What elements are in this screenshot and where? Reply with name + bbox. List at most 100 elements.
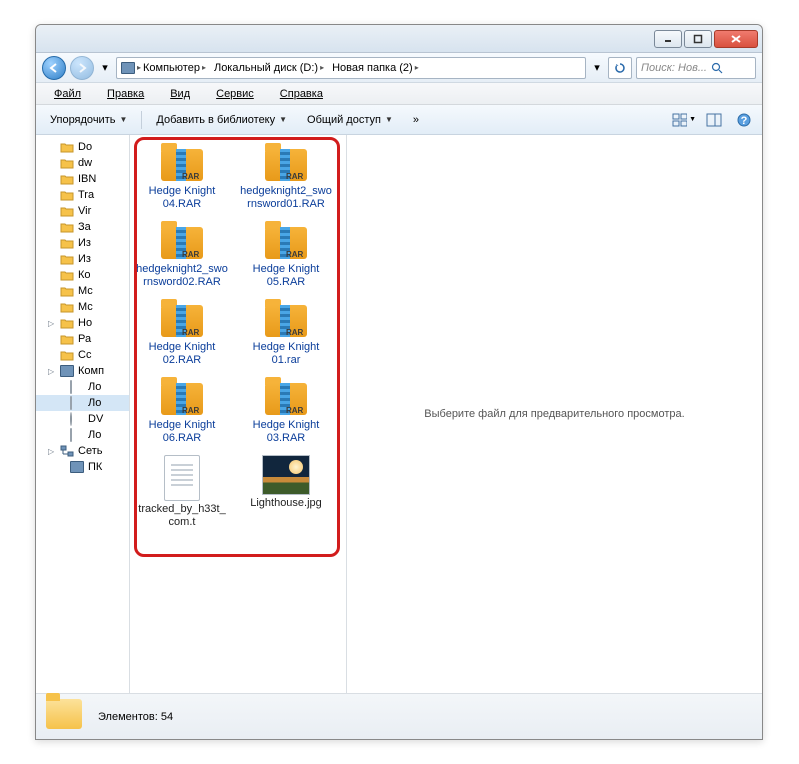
- organize-button[interactable]: Упорядочить▼: [42, 111, 135, 129]
- menu-tools[interactable]: Сервис: [204, 86, 266, 102]
- sidebar-item[interactable]: Vir: [36, 203, 129, 219]
- file-item[interactable]: tracked_by_h33t_com.t: [134, 453, 230, 531]
- file-label: Hedge Knight 02.RAR: [136, 341, 228, 367]
- preview-pane: Выберите файл для предварительного просм…: [346, 135, 762, 693]
- file-item[interactable]: RARHedge Knight 06.RAR: [134, 375, 230, 447]
- navigation-row: ▾ ▸ Компьютер ▸ Локальный диск (D:) ▸ Но…: [36, 53, 762, 83]
- sidebar-item[interactable]: dw: [36, 155, 129, 171]
- share-button[interactable]: Общий доступ▼: [299, 111, 401, 129]
- sidebar-item[interactable]: DV: [36, 411, 129, 427]
- sidebar-item-label: Мс: [78, 285, 93, 297]
- file-item[interactable]: Lighthouse.jpg: [238, 453, 334, 531]
- rar-icon: RAR: [262, 143, 310, 183]
- sidebar-item-label: Ло: [88, 381, 101, 393]
- folder-icon: [60, 285, 74, 297]
- folder-icon: [60, 237, 74, 249]
- menu-file[interactable]: Файл: [42, 86, 93, 102]
- back-button[interactable]: [42, 56, 66, 80]
- folder-icon: [60, 349, 74, 361]
- view-options-button[interactable]: ▼: [672, 111, 696, 129]
- main-area: DodwIBNTraVirЗаИзИзКоМсМс▷НоРаСс▷КомпЛоЛ…: [36, 135, 762, 693]
- preview-message: Выберите файл для предварительного просм…: [424, 408, 684, 420]
- command-bar: Упорядочить▼ Добавить в библиотеку▼ Общи…: [36, 105, 762, 135]
- sidebar-item[interactable]: ▷Сеть: [36, 443, 129, 459]
- history-dropdown[interactable]: ▾: [98, 58, 112, 78]
- sidebar-item[interactable]: За: [36, 219, 129, 235]
- sidebar-item-label: Ра: [78, 333, 91, 345]
- sidebar-item-label: Ко: [78, 269, 91, 281]
- file-item[interactable]: RARHedge Knight 05.RAR: [238, 219, 334, 291]
- more-commands[interactable]: »: [405, 111, 427, 129]
- sidebar-item-label: Ло: [88, 397, 101, 409]
- sidebar-item-label: Из: [78, 237, 91, 249]
- sidebar-item[interactable]: Ра: [36, 331, 129, 347]
- sidebar-item[interactable]: ▷Комп: [36, 363, 129, 379]
- search-placeholder: Поиск: Нов...: [641, 62, 707, 74]
- sidebar-item[interactable]: IBN: [36, 171, 129, 187]
- expand-icon[interactable]: ▷: [48, 447, 56, 456]
- file-item[interactable]: RARHedge Knight 02.RAR: [134, 297, 230, 369]
- file-label: Lighthouse.jpg: [250, 497, 322, 510]
- address-bar[interactable]: ▸ Компьютер ▸ Локальный диск (D:) ▸ Нова…: [116, 57, 586, 79]
- status-bar: Элементов: 54: [36, 693, 762, 739]
- rar-icon: RAR: [262, 377, 310, 417]
- sidebar-item[interactable]: Ло: [36, 395, 129, 411]
- maximize-button[interactable]: [684, 30, 712, 48]
- sidebar-item-label: Vir: [78, 205, 91, 217]
- breadcrumb-computer[interactable]: ▸ Компьютер ▸: [117, 58, 210, 78]
- close-button[interactable]: [714, 30, 758, 48]
- sidebar-item-label: Ло: [88, 429, 101, 441]
- refresh-button[interactable]: [608, 57, 632, 79]
- file-label: Hedge Knight 03.RAR: [240, 419, 332, 445]
- sidebar-item[interactable]: Do: [36, 139, 129, 155]
- sidebar-item[interactable]: Из: [36, 235, 129, 251]
- sidebar-item[interactable]: Ло: [36, 379, 129, 395]
- folder-icon: [60, 269, 74, 281]
- file-item[interactable]: RARHedge Knight 01.rar: [238, 297, 334, 369]
- search-input[interactable]: Поиск: Нов...: [636, 57, 756, 79]
- menu-edit[interactable]: Правка: [95, 86, 156, 102]
- sidebar-item[interactable]: Ло: [36, 427, 129, 443]
- expand-icon[interactable]: ▷: [48, 319, 56, 328]
- address-dropdown[interactable]: ▾: [590, 58, 604, 78]
- titlebar: [36, 25, 762, 53]
- sidebar-item-label: Сс: [78, 349, 91, 361]
- sidebar-item[interactable]: ПК: [36, 459, 129, 475]
- sidebar-item-label: Do: [78, 141, 92, 153]
- file-item[interactable]: RARHedge Knight 03.RAR: [238, 375, 334, 447]
- sidebar-item[interactable]: Из: [36, 251, 129, 267]
- help-button[interactable]: ?: [732, 111, 756, 129]
- expand-icon[interactable]: ▷: [48, 367, 56, 376]
- preview-pane-button[interactable]: [702, 111, 726, 129]
- sidebar-item[interactable]: Сс: [36, 347, 129, 363]
- sidebar-item[interactable]: Ко: [36, 267, 129, 283]
- breadcrumb-disk[interactable]: Локальный диск (D:) ▸: [210, 58, 328, 78]
- computer-icon: [70, 461, 84, 473]
- navigation-pane[interactable]: DodwIBNTraVirЗаИзИзКоМсМс▷НоРаСс▷КомпЛоЛ…: [36, 135, 130, 693]
- menubar: Файл Правка Вид Сервис Справка: [36, 83, 762, 105]
- sidebar-item-label: DV: [88, 413, 103, 425]
- file-item[interactable]: RARHedge Knight 04.RAR: [134, 141, 230, 213]
- folder-icon: [60, 333, 74, 345]
- file-item[interactable]: RARhedgeknight2_swornsword02.RAR: [134, 219, 230, 291]
- add-to-library-button[interactable]: Добавить в библиотеку▼: [148, 111, 295, 129]
- file-grid[interactable]: RARHedge Knight 04.RARRARhedgeknight2_sw…: [130, 135, 346, 693]
- sidebar-item-label: ПК: [88, 461, 102, 473]
- folder-icon: [60, 221, 74, 233]
- drive-icon: [70, 397, 84, 409]
- computer-icon: [121, 62, 135, 74]
- minimize-button[interactable]: [654, 30, 682, 48]
- sidebar-item[interactable]: Мс: [36, 283, 129, 299]
- breadcrumb-label: Новая папка (2): [332, 62, 413, 74]
- rar-icon: RAR: [158, 299, 206, 339]
- sidebar-item[interactable]: ▷Но: [36, 315, 129, 331]
- sidebar-item[interactable]: Мс: [36, 299, 129, 315]
- breadcrumb-folder[interactable]: Новая папка (2) ▸: [328, 58, 423, 78]
- sidebar-item-label: Tra: [78, 189, 94, 201]
- sidebar-item[interactable]: Tra: [36, 187, 129, 203]
- rar-icon: RAR: [158, 143, 206, 183]
- menu-help[interactable]: Справка: [268, 86, 335, 102]
- menu-view[interactable]: Вид: [158, 86, 202, 102]
- file-item[interactable]: RARhedgeknight2_swornsword01.RAR: [238, 141, 334, 213]
- file-label: tracked_by_h33t_com.t: [136, 503, 228, 529]
